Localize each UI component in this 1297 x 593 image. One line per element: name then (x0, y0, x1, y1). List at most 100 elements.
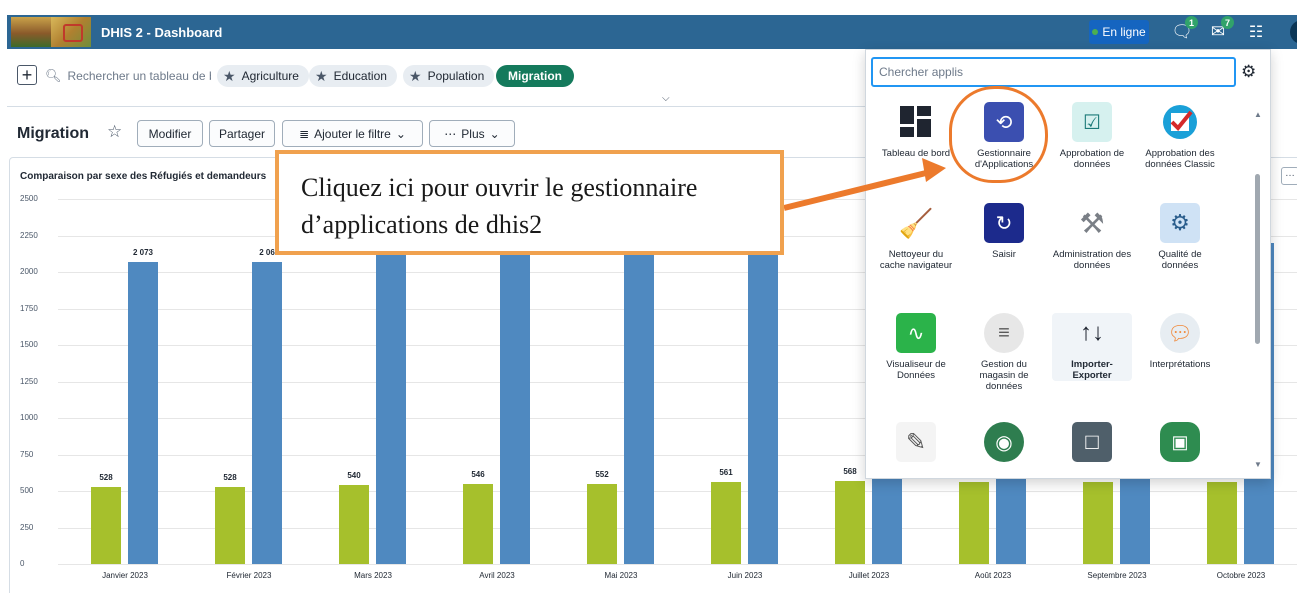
app-tile[interactable]: ▣ (1140, 422, 1220, 462)
dashboard-chip-population[interactable]: ★ Population (403, 65, 495, 87)
more-button[interactable]: ⋯ Plus ⌄ (429, 120, 515, 147)
app-label: Tableau de bord (881, 148, 951, 159)
app-tile[interactable]: ◉ (964, 422, 1044, 462)
x-tick-label: Mars 2023 (354, 571, 392, 580)
app-tile[interactable]: ☑ Approbation de données (1052, 102, 1132, 170)
share-button[interactable]: Partager (209, 120, 275, 147)
data-approval-icon: ☑ (1072, 102, 1112, 142)
messages-badge: 7 (1221, 16, 1234, 29)
x-tick-label: Janvier 2023 (102, 571, 148, 580)
app-label: Nettoyeur du cache navigateur (879, 249, 953, 271)
star-icon: ★ (223, 67, 236, 84)
bar-series-2[interactable] (252, 262, 282, 564)
capture-icon: ↻ (984, 203, 1024, 243)
highlight-circle (949, 86, 1048, 183)
instruction-callout: Cliquez ici pour ouvrir le gestionnaire … (275, 150, 784, 255)
y-tick-label: 1000 (20, 413, 38, 422)
star-icon: ★ (409, 67, 422, 84)
apps-scrollbar[interactable]: ▲ ▼ (1254, 110, 1262, 470)
app-title: DHIS 2 - Dashboard (101, 24, 223, 40)
app-tile[interactable]: ↑↓ Importer-Exporter (1052, 313, 1132, 381)
app-tile[interactable]: ↻ Saisir (964, 203, 1044, 260)
interpretations-icon[interactable]: 🗨 1 (1169, 16, 1198, 45)
window-icon: □ (1072, 422, 1112, 462)
apps-menu: Chercher applis ⚙ Tableau de bord ⟲ Gestio… (865, 49, 1271, 479)
dashboard-chip-migration[interactable]: Migration (496, 65, 574, 87)
bar-series-1[interactable] (463, 484, 493, 564)
app-tile[interactable]: 🧹 Nettoyeur du cache navigateur (876, 203, 956, 272)
y-tick-label: 1500 (20, 340, 38, 349)
app-label: Qualité de données (1158, 249, 1202, 271)
app-tile[interactable]: ∿ Visualiseur de Données (876, 313, 956, 381)
scroll-up-icon[interactable]: ▲ (1254, 110, 1262, 119)
bar-series-1[interactable] (91, 487, 121, 564)
y-tick-label: 750 (20, 450, 34, 459)
app-tile[interactable]: □ (1052, 422, 1132, 462)
online-status[interactable]: En ligne (1089, 20, 1149, 44)
expand-chevron-icon[interactable]: ⌵ (662, 93, 670, 104)
dashboard-search-input[interactable]: 🔍︎Rechercher un tableau de bord (45, 65, 211, 87)
mobile-icon: ▣ (1160, 422, 1200, 462)
maps-icon: ◉ (984, 422, 1024, 462)
bar-series-2[interactable] (500, 243, 530, 564)
scroll-down-icon[interactable]: ▼ (1254, 460, 1262, 469)
y-tick-label: 2250 (20, 231, 38, 240)
messages-icon[interactable]: ✉ 7 (1205, 16, 1234, 45)
y-tick-label: 2500 (20, 194, 38, 203)
add-filter-button[interactable]: ≣ Ajouter le filtre ⌄ (282, 120, 423, 147)
star-icon: ★ (315, 67, 328, 84)
apps-grid-icon[interactable]: ☷ (1243, 19, 1269, 45)
data-quality-icon: ⚙ (1160, 203, 1200, 243)
bar-series-1[interactable] (711, 482, 741, 564)
avatar[interactable] (1290, 20, 1297, 44)
dashboard-chip-agriculture[interactable]: ★ Agriculture (217, 65, 309, 87)
logo[interactable] (11, 17, 91, 47)
y-tick-label: 500 (20, 486, 34, 495)
app-tile[interactable]: ✎ (876, 422, 956, 462)
app-tile[interactable]: Tableau de bord (876, 102, 956, 159)
app-tile[interactable]: ≡ Gestion du magasin de données (964, 313, 1044, 392)
bar-series-2[interactable] (128, 261, 158, 564)
edit-button[interactable]: Modifier (137, 120, 203, 147)
data-label: 561 (719, 468, 733, 478)
more-dots-icon: ⋯ (444, 126, 457, 141)
data-label: 2 073 (132, 247, 154, 257)
header-bar: DHIS 2 - Dashboard En ligne 🗨 1 ✉ 7 ☷ (7, 15, 1297, 49)
tools-icon: ⚒ (1079, 207, 1105, 239)
bar-series-1[interactable] (339, 485, 369, 564)
filter-icon: ≣ (299, 126, 310, 141)
x-tick-label: Mai 2023 (604, 571, 638, 580)
y-tick-label: 2000 (20, 267, 38, 276)
app-label: Administration des données (1052, 249, 1132, 271)
app-tile[interactable]: ⚙ Qualité de données (1140, 203, 1220, 271)
bar-series-1[interactable] (835, 481, 865, 564)
add-dashboard-button[interactable]: + (17, 65, 37, 85)
x-tick-label: Avril 2023 (479, 571, 515, 580)
item-menu-button[interactable]: … (1281, 167, 1297, 185)
app-tile[interactable]: 💬︎ Interprétations (1140, 313, 1220, 370)
gear-icon[interactable]: ⚙ (1241, 62, 1256, 82)
online-dot-icon (1092, 29, 1099, 35)
bar-series-2[interactable] (376, 243, 406, 564)
scroll-thumb[interactable] (1255, 174, 1260, 344)
app-tile[interactable]: Approbation des données Classic (1140, 102, 1220, 170)
bar-series-1[interactable] (1207, 482, 1237, 564)
bar-series-2[interactable] (748, 243, 778, 564)
interpretations-badge: 1 (1185, 16, 1198, 29)
app-label: Approbation des données Classic (1145, 148, 1215, 170)
bar-series-1[interactable] (1083, 482, 1113, 564)
apps-search-input[interactable]: Chercher applis (871, 57, 1236, 87)
bar-series-1[interactable] (587, 483, 617, 564)
bar-series-2[interactable] (624, 243, 654, 564)
bar-series-1[interactable] (959, 482, 989, 564)
chevron-down-icon: ⌄ (489, 126, 500, 141)
app-tile[interactable]: ⚒ Administration des données (1052, 203, 1132, 272)
report-icon: ✎ (896, 422, 936, 462)
x-tick-label: Juillet 2023 (848, 571, 890, 580)
chart-title: Comparaison par sexe des Réfugiés et dem… (20, 171, 267, 182)
data-label: 540 (347, 471, 361, 481)
app-label: Approbation de données (1059, 148, 1125, 170)
bar-series-1[interactable] (215, 487, 245, 564)
star-outline-icon[interactable]: ☆ (107, 122, 122, 142)
dashboard-chip-education[interactable]: ★ Education (309, 65, 397, 87)
